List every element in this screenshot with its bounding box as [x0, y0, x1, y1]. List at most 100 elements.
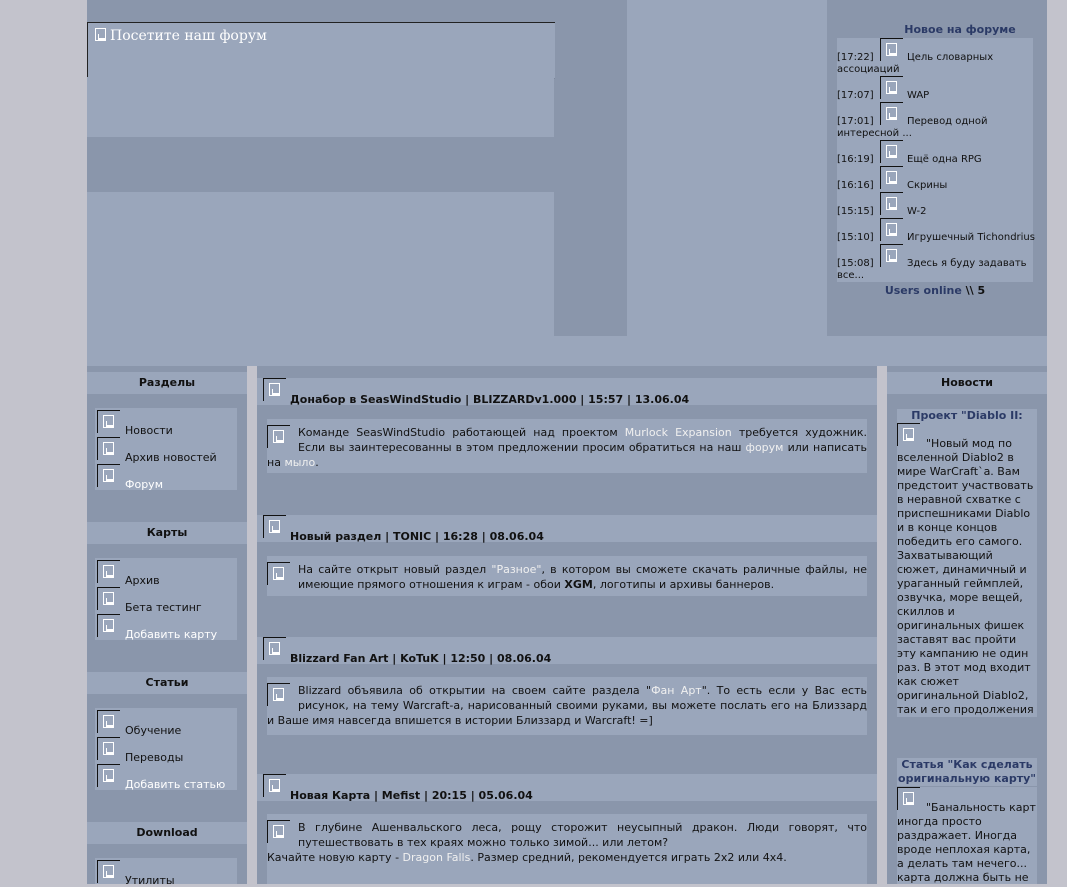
broken-image-icon — [267, 562, 290, 585]
broken-image-icon — [267, 820, 290, 843]
broken-image-icon — [880, 38, 903, 61]
header-middle — [627, 0, 827, 336]
menu-item[interactable]: Бета тестинг — [95, 585, 237, 614]
broken-image-icon — [880, 244, 903, 267]
menu-item[interactable]: Форум — [95, 462, 237, 491]
forum-item-time: [17:07] — [837, 90, 874, 101]
right-sidebar: Новости Проект "Diablo II: LoD" "Новый м… — [887, 366, 1047, 884]
menu-item[interactable]: Новости — [95, 408, 237, 437]
left-sidebar: Разделы Новости Архив новостей Форум Кар… — [87, 366, 247, 887]
forum-item-more[interactable]: все... — [837, 270, 864, 282]
section-heading: Статьи — [87, 666, 247, 694]
news-title: Новая Карта | Mefist | 20:15 | 05.06.04 — [290, 789, 533, 802]
broken-image-icon — [97, 464, 120, 487]
broken-image-icon — [97, 764, 120, 787]
broken-image-icon — [880, 166, 903, 189]
menu-item[interactable]: Архив новостей — [95, 435, 237, 464]
news-text: . — [315, 456, 319, 469]
news-text: , логотипы и архивы баннеров. — [592, 578, 775, 591]
menu-item[interactable]: Добавить статью — [95, 762, 237, 791]
news-link[interactable]: форум — [746, 441, 784, 454]
broken-image-icon — [94, 28, 108, 42]
forum-item-label[interactable]: Перевод одной — [907, 116, 987, 128]
column-gutter — [877, 366, 887, 884]
broken-image-icon — [267, 683, 290, 706]
section-heading: Разделы — [87, 366, 247, 394]
forum-new-title: Новое на форуме — [904, 23, 1016, 36]
menu-item[interactable]: Добавить карту — [95, 612, 237, 641]
news-link[interactable]: Фан Арт — [651, 684, 702, 697]
news-link[interactable]: Dragon Falls — [403, 851, 471, 864]
users-online: Users online \\ 5 — [847, 284, 1023, 297]
news-column: Донабор в SeasWindStudio | BLIZZARDv1.00… — [257, 366, 877, 884]
section-menu: Обучение Переводы Добавить статью — [95, 708, 237, 791]
section-heading: Новости — [887, 366, 1047, 394]
news-text: Качайте новую карту - — [267, 851, 403, 864]
forum-item-time: [15:10] — [837, 232, 874, 243]
news-header: Новый раздел | TONIC | 16:28 | 08.06.04 — [257, 515, 877, 543]
broken-image-icon — [263, 515, 286, 538]
forum-banner[interactable]: Посетите наш форум — [87, 22, 555, 79]
broken-image-icon — [97, 737, 120, 760]
forum-item-label[interactable]: Скрины — [907, 180, 947, 192]
users-online-count: 5 — [977, 284, 986, 297]
forum-item-time: [16:16] — [837, 180, 874, 191]
news-bold-text: XGM — [564, 578, 593, 591]
section-menu: Архив Бета тестинг Добавить карту — [95, 558, 237, 641]
broken-image-icon — [263, 774, 286, 797]
news-link[interactable]: "Разное" — [491, 563, 541, 576]
forum-item-label[interactable]: Цель словарных — [907, 52, 993, 64]
forum-item-more[interactable]: ассоциаций — [837, 64, 899, 76]
forum-item-time: [17:01] — [837, 116, 874, 127]
forum-item-label[interactable]: WAP — [907, 90, 929, 102]
article-title[interactable]: Статья "Как сделать оригинальную карту" — [897, 758, 1037, 786]
menu-item-label[interactable]: Утилиты — [125, 874, 175, 887]
news-title: Донабор в SeasWindStudio | BLIZZARDv1.00… — [290, 393, 690, 406]
broken-image-icon — [880, 76, 903, 99]
news-text: Команде SeasWindStudio работающей над пр… — [298, 426, 625, 439]
article-box: "Новый мод по вселенной Diablo2 в мире W… — [897, 423, 1037, 717]
header-band — [87, 77, 554, 137]
news-header: Донабор в SeasWindStudio | BLIZZARDv1.00… — [257, 378, 877, 406]
broken-image-icon — [897, 787, 920, 810]
menu-item-label[interactable]: Добавить карту — [125, 628, 217, 641]
broken-image-icon — [97, 437, 120, 460]
broken-image-icon — [897, 423, 920, 446]
broken-image-icon — [880, 192, 903, 215]
news-header: Blizzard Fan Art | KoTuK | 12:50 | 08.06… — [257, 637, 877, 665]
section-menu: Новости Архив новостей Форум — [95, 408, 237, 491]
forum-item-label[interactable]: Ещё одна RPG — [907, 154, 982, 166]
news-text: На сайте открыт новый раздел — [298, 563, 492, 576]
header-left: Посетите наш форум — [87, 0, 627, 336]
news-body: Blizzard объявила об открытии на своем с… — [267, 677, 867, 735]
forum-banner-text[interactable]: Посетите наш форум — [110, 28, 267, 44]
broken-image-icon — [97, 560, 120, 583]
news-text: . Размер средний, рекомендуется играть 2… — [470, 851, 787, 864]
forum-item-time: [15:08] — [837, 258, 874, 269]
forum-item-label[interactable]: W-2 — [907, 206, 926, 218]
section-heading: Карты — [87, 516, 247, 544]
forum-item-label[interactable]: Игрушечный Tichondrius — [907, 232, 1035, 244]
users-online-separator: \\ — [965, 284, 974, 297]
forum-item-label[interactable]: Здесь я буду задавать — [907, 258, 1027, 270]
menu-item-label[interactable]: Форум — [125, 478, 163, 491]
menu-item[interactable]: Обучение — [95, 708, 237, 737]
page-wrapper: Посетите наш форум Новое на форуме [17:2… — [87, 0, 1047, 887]
news-header: Новая Карта | Mefist | 20:15 | 05.06.04 — [257, 774, 877, 802]
forum-item-time: [16:19] — [837, 154, 874, 165]
menu-item[interactable]: Утилиты — [95, 858, 237, 887]
broken-image-icon — [97, 410, 120, 433]
news-link[interactable]: Murlock Expansion — [625, 426, 732, 439]
news-body: В глубине Ашенвальского леса, рощу сторо… — [267, 814, 867, 884]
news-title: Blizzard Fan Art | KoTuK | 12:50 | 08.06… — [290, 652, 552, 665]
menu-item[interactable]: Переводы — [95, 735, 237, 764]
menu-item-label[interactable]: Добавить статью — [125, 778, 225, 791]
broken-image-icon — [880, 218, 903, 241]
menu-item[interactable]: Архив — [95, 558, 237, 587]
news-body: Команде SeasWindStudio работающей над пр… — [267, 419, 867, 473]
forum-item-more[interactable]: интересной ... — [837, 128, 912, 140]
news-text: В глубине Ашенвальского леса, рощу сторо… — [298, 821, 867, 849]
section-heading: Download — [87, 816, 247, 844]
news-link[interactable]: мыло — [284, 456, 315, 469]
users-online-link[interactable]: Users online — [885, 284, 962, 297]
